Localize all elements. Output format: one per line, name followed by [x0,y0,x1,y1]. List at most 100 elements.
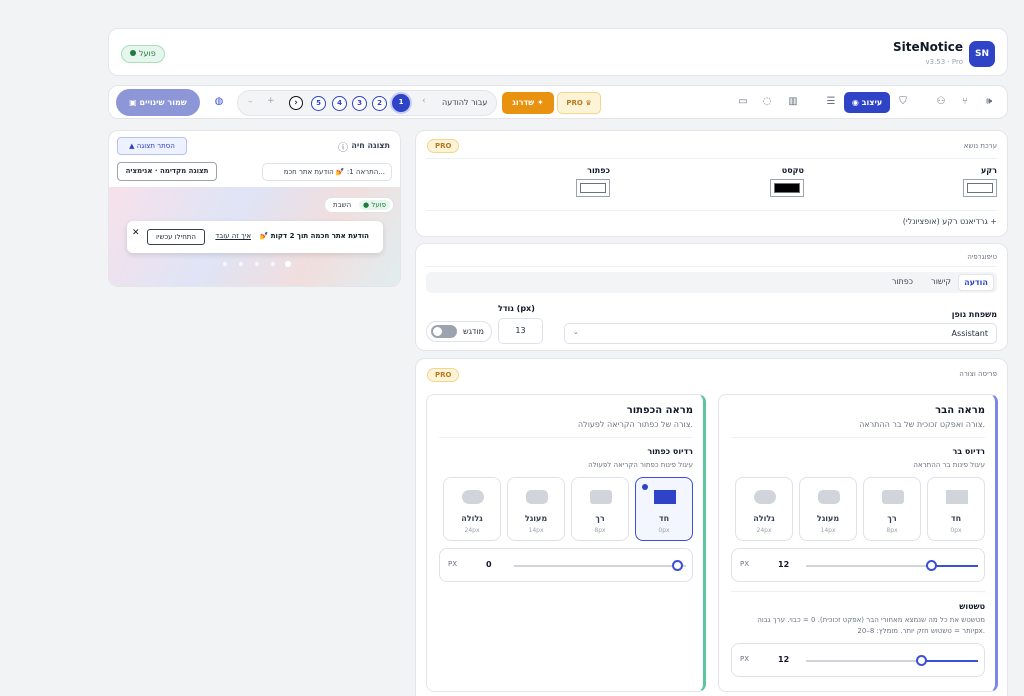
nav-next-button[interactable]: + [267,96,275,106]
status-dot-icon [130,50,136,56]
typography-tabs: הודעה קישור כפתור [426,272,997,293]
notice-cta-button[interactable]: התחילו עכשיו [147,229,205,245]
upgrade-button[interactable]: שדרוג ✦ [502,92,554,114]
pro-badge-button[interactable]: PRO ♛ [557,92,601,114]
button-radius-sharp[interactable]: חד 0px [635,477,693,541]
sliders-icon[interactable]: ☰ [823,94,839,110]
users-icon[interactable]: ⚇ [933,94,949,110]
bold-toggle[interactable]: מודגש [426,321,492,342]
page-3[interactable]: 3 [352,96,367,111]
animate-preview-button[interactable]: תצוגה מקדימה · אנימציה [117,162,217,181]
tab-link[interactable]: קישור [931,277,951,286]
page-1[interactable]: 1 [392,94,410,112]
blur-slider[interactable]: PX 12 [731,643,985,677]
bar-radius-value: 12 [778,560,790,569]
hide-preview-button[interactable]: ▲ הסתר תצוגה [117,137,187,155]
tab-button[interactable]: כפתור [892,277,913,286]
nav-prev-button[interactable]: – [248,97,253,107]
button-radius-slider[interactable]: PX 0 [439,548,693,582]
chevron-right-button[interactable]: › [289,96,303,110]
bar-radius-slider[interactable]: PX 12 [731,548,985,582]
live-preview-card: תצוגה חיה ⓘ ▲ הסתר תצוגה התראה 1: 💅 הודע… [108,130,401,287]
notice-select[interactable]: התראה 1: 💅 הודעת אתר חכמ... [262,163,392,181]
button-radius-rounded[interactable]: מעוגל 14px [507,477,565,541]
tab-notice[interactable]: הודעה [958,274,994,291]
bar-radius-knob[interactable] [926,560,937,571]
toggle-on[interactable]: ● פועל [359,200,390,210]
button-heading: מראה הכפתור [626,405,693,416]
bar-desc: צורה ואפקט זכוכית של בר ההתראה. [859,420,985,429]
bold-label: מודגש [463,327,484,336]
toggle-off[interactable]: השבת [333,201,351,209]
selected-dot-icon [642,484,648,490]
notice-nav: – + › 5 4 3 2 1 ‹ עבור להודעה [237,90,497,116]
bar-appearance-panel: מראה הבר צורה ואפקט זכוכית של בר ההתראה.… [718,394,998,692]
preview-title: תצוגה חיה [351,141,390,150]
blur-knob[interactable] [916,655,927,666]
carousel-dots [221,261,291,267]
plus-icon: + [990,217,997,226]
branch-icon[interactable]: ⑂ [957,94,973,110]
toolbar: 🕪 ⑂ ⚇ ⛉ ◉ עיצוב ☰ ▥ ◌ ▭ PRO ♛ שדרוג ✦ – … [108,85,1008,119]
bold-switch[interactable] [431,325,457,338]
background-color-swatch[interactable] [963,179,997,197]
button-radius-pill[interactable]: גלולה 24px [443,477,501,541]
bar-radius-title: רדיוס בר [952,447,985,456]
notice-bar: 💅 הודעת אתר חכמה תוך 2 דקות איך זה עובד … [127,221,383,253]
info-icon[interactable]: ⓘ [338,139,348,154]
typography-card: טיפוגרפיה הודעה קישור כפתור משפחת גופן A… [415,243,1008,351]
button-appearance-panel: מראה הכפתור צורה של כפתור הקריאה לפעולה.… [426,394,706,692]
typography-title: טיפוגרפיה [967,253,997,261]
blur-value: 12 [778,655,790,664]
gradient-toggle[interactable]: גרדיאנט רקע (אופציונלי) + [903,217,997,226]
preview-toggle[interactable]: ● פועל השבת [324,197,394,213]
bar-radius-soft[interactable]: רך 8px [863,477,921,541]
blur-desc-line2: יותר = טשטוש חזק יותר. מומלץ: 8–20px. [857,627,985,635]
button-desc: צורה של כפתור הקריאה לפעולה. [577,420,693,429]
app-name: SiteNotice [892,40,963,54]
bar-radius-unit: PX [740,560,750,568]
theme-title: ערכת נושא [963,142,997,150]
text-color-label: טקסט [781,166,804,175]
save-label: שמור שינויים [139,98,187,107]
theme-card: ערכת נושא PRO רקע טקסט כפתור גרדיאנט רקע… [415,130,1008,237]
gradient-label: גרדיאנט רקע (אופציונלי) [902,217,988,226]
button-radius-title: רדיוס כפתור [647,447,693,456]
triangle-up-icon: ▲ [129,142,135,150]
font-family-select[interactable]: Assistant ⌄ [564,323,997,344]
megaphone-icon[interactable]: 🕪 [981,94,997,110]
page-5[interactable]: 5 [311,96,326,111]
bar-heading: מראה הבר [935,405,985,416]
fingerprint-icon[interactable]: ◌ [759,94,775,110]
notice-link[interactable]: איך זה עובד [215,232,251,240]
page-4[interactable]: 4 [332,96,347,111]
bar-radius-pill[interactable]: גלולה 24px [735,477,793,541]
button-color-swatch[interactable] [576,179,610,197]
inbox-icon[interactable]: ▭ [735,94,751,110]
theme-pro-badge: PRO [427,139,460,153]
bar-radius-desc: עיגול פינות בר ההתראה [913,461,985,469]
app-header: SN SiteNotice v3.53 · Pro פועל [108,28,1008,76]
chevron-left-icon[interactable]: ‹ [422,96,426,106]
save-icon: ▣ [129,98,137,107]
button-radius-knob[interactable] [672,560,683,571]
status-label: פועל [139,49,156,58]
save-button[interactable]: ▣ שמור שינויים [116,89,200,116]
hide-preview-label: הסתר תצוגה [136,142,175,150]
close-icon[interactable]: ✕ [132,228,140,238]
app-logo: SN [969,41,995,67]
shield-icon[interactable]: ⛉ [895,94,911,110]
button-color-label: כפתור [587,166,610,175]
crown-icon: ♛ [585,99,592,107]
globe-icon[interactable]: ◍ [211,94,227,110]
page-2[interactable]: 2 [372,96,387,111]
font-family-label: משפחת גופן [951,310,997,319]
button-radius-soft[interactable]: רך 8px [571,477,629,541]
font-size-input[interactable]: 13 [498,318,543,344]
chart-icon[interactable]: ▥ [785,94,801,110]
text-color-swatch[interactable] [770,179,804,197]
bar-radius-sharp[interactable]: חד 0px [927,477,985,541]
bar-radius-rounded[interactable]: מעוגל 14px [799,477,857,541]
upgrade-label: שדרוג [512,98,535,107]
tab-design[interactable]: ◉ עיצוב [844,92,890,113]
